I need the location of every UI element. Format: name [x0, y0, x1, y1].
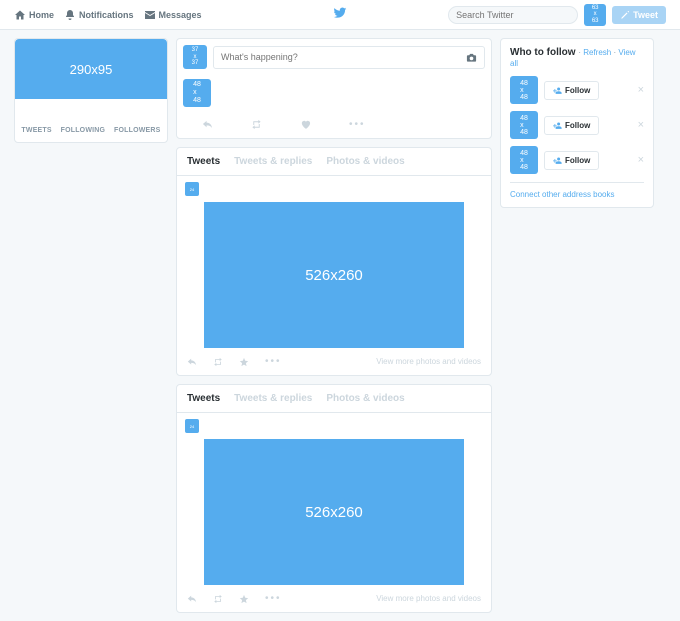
- wtf-avatar: 48 x 48: [510, 146, 538, 174]
- wtf-item: 48 x 48 Follow ×: [510, 146, 644, 174]
- pending-tweet: 48 x 48: [177, 75, 491, 111]
- tab-media[interactable]: Photos & videos: [326, 393, 404, 404]
- tweet-tabs-2: Tweets Tweets & replies Photos & videos: [177, 385, 491, 413]
- dismiss-icon[interactable]: ×: [638, 154, 644, 166]
- stat-followers[interactable]: FOLLOWERS: [114, 127, 161, 134]
- profile-card: 290x95 TWEETS FOLLOWING FOLLOWERS: [14, 38, 168, 143]
- reply-icon[interactable]: [187, 357, 197, 367]
- follow-button[interactable]: Follow: [544, 151, 599, 170]
- bell-icon: [64, 9, 76, 21]
- stat-tweets[interactable]: TWEETS: [21, 127, 51, 134]
- compose-row: 37 x 37: [177, 39, 491, 75]
- tweet-button-label: Tweet: [633, 10, 658, 20]
- add-user-icon: [553, 156, 562, 165]
- tab-replies[interactable]: Tweets & replies: [234, 156, 312, 167]
- right-column: Who to follow · Refresh · View all 48 x …: [500, 38, 654, 613]
- profile-stats: TWEETS FOLLOWING FOLLOWERS: [15, 99, 167, 142]
- envelope-icon: [144, 9, 156, 21]
- view-more-link[interactable]: View more photos and videos: [376, 594, 481, 603]
- star-icon[interactable]: [239, 357, 249, 367]
- compose-tweet-button[interactable]: Tweet: [612, 6, 666, 24]
- wtf-item: 48 x 48 Follow ×: [510, 111, 644, 139]
- tweets-panel: Tweets Tweets & replies Photos & videos …: [176, 147, 492, 376]
- wtf-avatar: 48 x 48: [510, 111, 538, 139]
- compose-avatar: 37 x 37: [183, 45, 207, 69]
- tab-media[interactable]: Photos & videos: [326, 156, 404, 167]
- search-input[interactable]: [456, 10, 573, 20]
- media-image[interactable]: 526x260: [204, 439, 464, 585]
- tweet-avatar: 24: [185, 182, 199, 196]
- add-user-icon: [553, 121, 562, 130]
- nav-messages[interactable]: Messages: [144, 9, 202, 21]
- media-image[interactable]: 526x260: [204, 202, 464, 348]
- retweet-icon[interactable]: [213, 357, 223, 367]
- twitter-logo: [333, 6, 347, 23]
- who-to-follow-card: Who to follow · Refresh · View all 48 x …: [500, 38, 654, 208]
- left-column: 290x95 TWEETS FOLLOWING FOLLOWERS: [14, 38, 168, 613]
- top-navbar: Home Notifications Messages 63 x 63 Twee…: [0, 0, 680, 30]
- retweet-icon[interactable]: [213, 594, 223, 604]
- dismiss-icon[interactable]: ×: [638, 119, 644, 131]
- wtf-avatar: 48 x 48: [510, 76, 538, 104]
- nav-avatar[interactable]: 63 x 63: [584, 4, 606, 26]
- star-icon[interactable]: [239, 594, 249, 604]
- wtf-footer-link[interactable]: Connect other address books: [510, 182, 644, 199]
- tab-replies[interactable]: Tweets & replies: [234, 393, 312, 404]
- home-icon: [14, 9, 26, 21]
- camera-icon[interactable]: [466, 52, 477, 63]
- nav-home-label: Home: [29, 10, 54, 20]
- retweet-icon[interactable]: [251, 119, 262, 130]
- wtf-item: 48 x 48 Follow ×: [510, 76, 644, 104]
- tab-tweets[interactable]: Tweets: [187, 393, 220, 404]
- more-icon[interactable]: •••: [349, 119, 366, 130]
- compose-input[interactable]: [221, 52, 466, 62]
- quill-icon: [620, 10, 630, 20]
- reply-icon[interactable]: [202, 119, 213, 130]
- tab-tweets[interactable]: Tweets: [187, 156, 220, 167]
- nav-home[interactable]: Home: [14, 9, 54, 21]
- compose-card: 37 x 37 48 x 48 •••: [176, 38, 492, 139]
- compose-input-box[interactable]: [213, 46, 485, 69]
- wtf-header: Who to follow · Refresh · View all: [510, 47, 644, 69]
- media-footer: ••• View more photos and videos: [185, 585, 483, 604]
- follow-label: Follow: [565, 156, 590, 165]
- media-tweet: 24 526x260 ••• View more photos and vide…: [177, 176, 491, 375]
- wtf-title: Who to follow: [510, 47, 576, 58]
- pending-avatar: 48 x 48: [183, 79, 211, 107]
- nav-messages-label: Messages: [159, 10, 202, 20]
- cover-image: 290x95: [15, 39, 167, 99]
- dismiss-icon[interactable]: ×: [638, 84, 644, 96]
- follow-button[interactable]: Follow: [544, 81, 599, 100]
- tweets-panel-2: Tweets Tweets & replies Photos & videos …: [176, 384, 492, 613]
- main-container: 290x95 TWEETS FOLLOWING FOLLOWERS 37 x 3…: [0, 30, 680, 621]
- bird-icon: [333, 6, 347, 20]
- wtf-refresh[interactable]: Refresh: [583, 48, 611, 57]
- compose-actions: •••: [177, 111, 491, 138]
- add-user-icon: [553, 86, 562, 95]
- more-icon[interactable]: •••: [265, 593, 282, 604]
- nav-right-group: 63 x 63 Tweet: [448, 4, 666, 26]
- media-footer: ••• View more photos and videos: [185, 348, 483, 367]
- reply-icon[interactable]: [187, 594, 197, 604]
- tweet-avatar: 24: [185, 419, 199, 433]
- like-icon[interactable]: [300, 119, 311, 130]
- middle-column: 37 x 37 48 x 48 ••• Tweets Tweets & repl…: [176, 38, 492, 613]
- tweet-tabs: Tweets Tweets & replies Photos & videos: [177, 148, 491, 176]
- media-tweet-2: 24 526x260 ••• View more photos and vide…: [177, 413, 491, 612]
- nav-notifications[interactable]: Notifications: [64, 9, 134, 21]
- view-more-link[interactable]: View more photos and videos: [376, 357, 481, 366]
- nav-notifications-label: Notifications: [79, 10, 134, 20]
- more-icon[interactable]: •••: [265, 356, 282, 367]
- follow-label: Follow: [565, 121, 590, 130]
- stat-following[interactable]: FOLLOWING: [61, 127, 106, 134]
- follow-button[interactable]: Follow: [544, 116, 599, 135]
- search-box[interactable]: [448, 6, 578, 24]
- follow-label: Follow: [565, 86, 590, 95]
